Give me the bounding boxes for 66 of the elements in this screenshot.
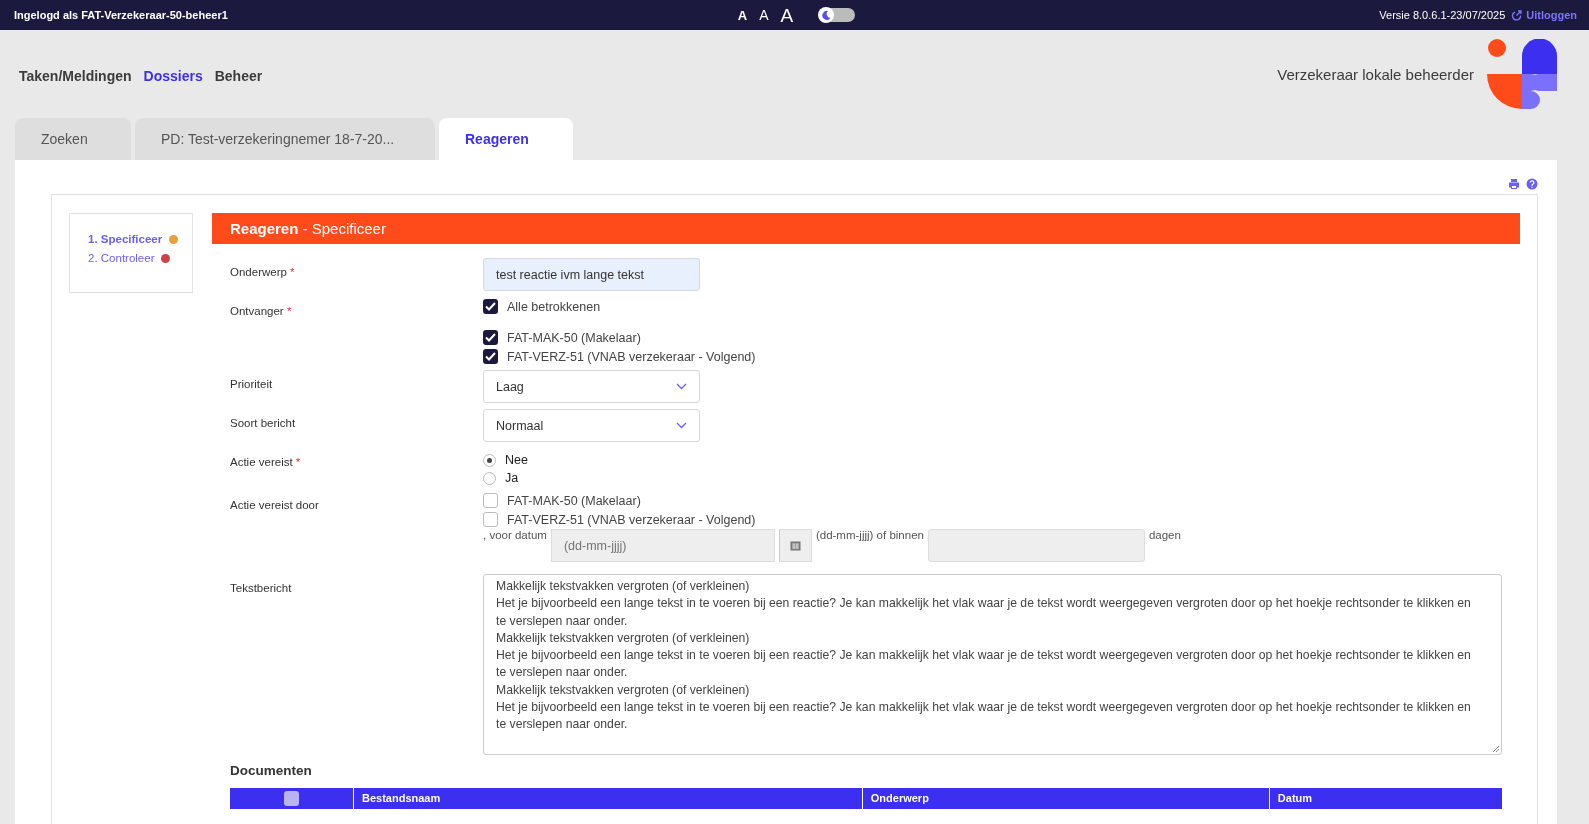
nav-link[interactable]: Beheer <box>214 67 263 84</box>
checkbox-label: Alle betrokkenen <box>507 299 601 314</box>
required-marker: * <box>286 305 292 317</box>
dark-mode-toggle[interactable] <box>819 8 856 22</box>
checkbox[interactable] <box>483 349 498 364</box>
checkbox-label: FAT-MAK-50 (Makelaar) <box>507 330 641 345</box>
resize-grip-icon[interactable] <box>1492 744 1500 753</box>
field-label: (dd-mm-jjjj) of binnen <box>815 529 924 541</box>
tab[interactable]: PD: Test-verzekeringnemer 18-7-20... <box>135 118 435 160</box>
step-link[interactable]: 2. Controleer <box>88 252 155 264</box>
subject-field[interactable]: test reactie ivm lange tekst <box>483 258 700 291</box>
required-marker: * <box>290 266 295 278</box>
checkbox-label: FAT-VERZ-51 (VNAB verzekeraar - Volgend) <box>507 349 756 364</box>
calendar-icon <box>789 540 801 551</box>
column-header: Onderwerp <box>862 787 1270 809</box>
user-role: Verzekeraar lokale beheerder <box>1277 65 1474 83</box>
font-size-button[interactable]: A <box>778 5 796 25</box>
radio-label: Ja <box>505 471 519 485</box>
field-label: dagen <box>1148 529 1181 541</box>
field-label: Prioriteit <box>230 378 273 390</box>
field-label: Ontvanger <box>230 305 284 317</box>
chevron-down-icon <box>676 422 687 429</box>
checkbox[interactable] <box>483 512 498 527</box>
days-field[interactable] <box>927 529 1145 562</box>
version-label: Versie 8.0.6.1-23/07/2025 <box>1379 9 1506 21</box>
field-label: Onderwerp <box>230 266 287 278</box>
chevron-down-icon <box>676 383 687 390</box>
field-label: Soort bericht <box>230 417 296 429</box>
tab[interactable]: Zoeken <box>15 118 131 160</box>
checkbox-label: FAT-VERZ-51 (VNAB verzekeraar - Volgend) <box>507 512 756 527</box>
dropdown[interactable]: Laag <box>483 370 700 403</box>
checkbox[interactable] <box>483 493 498 508</box>
moon-icon <box>821 10 832 20</box>
step-link[interactable]: 1. Specificeer <box>88 233 163 245</box>
select-all-checkbox[interactable] <box>284 790 299 806</box>
checkbox[interactable] <box>483 299 498 314</box>
checkbox[interactable] <box>483 330 498 345</box>
field-label: Actie vereist door <box>230 499 319 511</box>
date-field[interactable]: (dd-mm-jjjj) <box>550 529 775 562</box>
tab[interactable]: Reageren <box>439 118 573 160</box>
column-header: Datum <box>1269 787 1502 809</box>
help-icon[interactable] <box>1526 178 1538 190</box>
font-size-button[interactable]: A <box>735 8 750 22</box>
field-label: , voor datum <box>483 529 547 541</box>
nav-link[interactable]: Taken/Meldingen <box>19 67 132 84</box>
logout-icon <box>1511 9 1523 21</box>
checkmark-icon <box>485 302 496 311</box>
checkmark-icon <box>485 333 496 342</box>
logout-link[interactable]: Uitloggen <box>1511 9 1577 21</box>
print-icon[interactable] <box>1508 178 1520 190</box>
form-header: Reageren - Specificeer <box>212 213 1520 244</box>
font-size-button[interactable]: A <box>757 8 771 22</box>
column-header: Bestandsnaam <box>353 787 863 809</box>
dropdown[interactable]: Normaal <box>483 409 700 442</box>
calendar-button[interactable] <box>778 529 812 562</box>
field-label: Tekstbericht <box>230 582 292 594</box>
login-status: Ingelogd als FAT-Verzekeraar-50-beheer1 <box>14 9 229 21</box>
message-field[interactable]: Makkelijk tekstvakken vergroten (of verkleinen) Het je bijvoorbeeld een lange tekst in te voeren bij een reactie? Je kan makkelijk het vlak waar je de tekst wordt weergegeven vergroten door op het hoekje rechtsonder te klikken en te verslepen naar onder. Makkelijk tekstvakken vergroten (of verkleinen) Het je bijvoorbeeld een lange tekst in te voeren bij een reactie? Je kan makkelijk het vlak waar je de tekst wordt weergegeven vergroten door op het hoekje rechtsonder te klikken en te verslepen naar onder. Makkelijk tekstvakken vergroten (of verkleinen) Het je bijvoorbeeld een lange tekst in te voeren bij een reactie? Je kan makkelijk het vlak waar je de tekst wordt weergegeven vergroten door op het hoekje rechtsonder te klikken en te verslepen naar onder. <box>483 574 1502 755</box>
section-title: Documenten <box>230 762 313 778</box>
field-label: Actie vereist <box>230 456 293 468</box>
checkmark-icon <box>485 352 496 361</box>
required-marker: * <box>295 456 301 468</box>
checkbox-label: FAT-MAK-50 (Makelaar) <box>507 493 641 508</box>
nav-link[interactable]: Dossiers <box>143 67 203 84</box>
brand-logo <box>1487 39 1557 109</box>
radio-label: Nee <box>505 453 528 467</box>
